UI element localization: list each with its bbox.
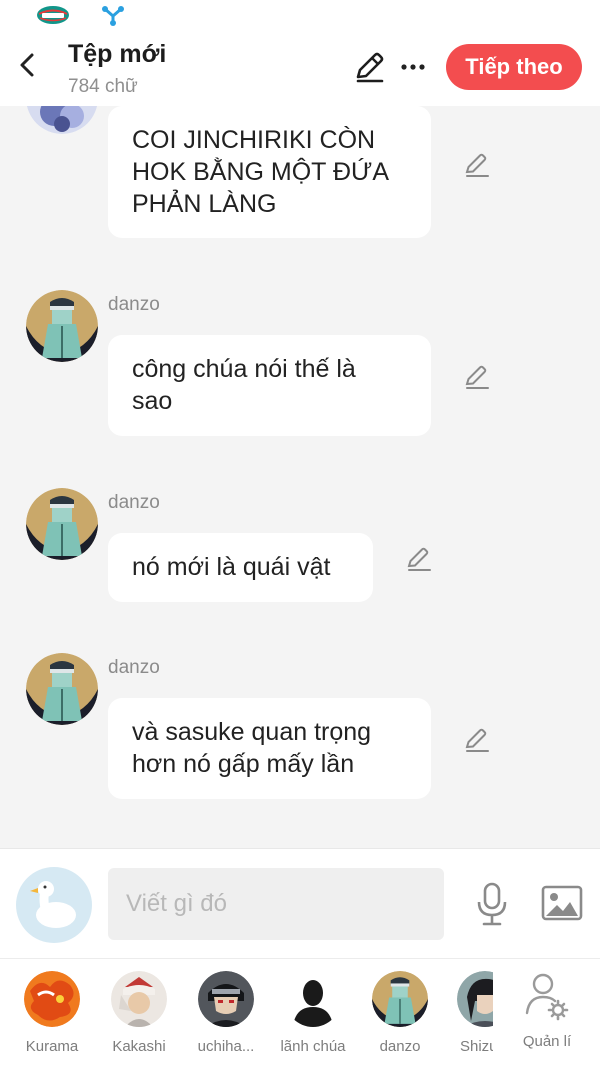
user-settings-icon (525, 973, 569, 1021)
message-line: PHẢN LÀNG (132, 190, 277, 218)
message-line: và sasuke quan trọng (132, 718, 372, 746)
avatar[interactable] (26, 653, 98, 725)
message-line: công chúa nói thế là (132, 355, 356, 383)
user-avatar[interactable] (16, 867, 92, 943)
more-dots-icon (401, 64, 425, 70)
pencil-icon[interactable] (352, 50, 386, 84)
character-item[interactable]: danzo (364, 971, 436, 1055)
avatar (111, 971, 167, 1027)
composer-bar (0, 848, 600, 958)
back-button[interactable] (14, 50, 40, 80)
back-chevron-icon (20, 53, 34, 77)
more-button[interactable] (398, 50, 428, 84)
status-bar (0, 0, 600, 30)
character-item[interactable]: Kakashi (103, 971, 175, 1055)
message-line: sao (132, 387, 173, 415)
pencil-icon[interactable] (463, 363, 491, 391)
manage-button[interactable]: Quản lí (516, 971, 578, 1050)
carrier-logo-icon (37, 6, 69, 24)
share-nodes-icon (102, 6, 124, 26)
word-count: 784 chữ (68, 76, 138, 97)
avatar (285, 971, 341, 1027)
message-list[interactable]: COI JINCHIRIKI CÒN HOK BẰNG MỘT ĐỨA PHẢN… (0, 106, 600, 848)
message-line: hơn nó gấp mấy lần (132, 750, 355, 778)
sender-name: danzo (108, 294, 160, 315)
character-item[interactable]: Kurama (16, 971, 88, 1055)
character-item[interactable]: uchiha... (190, 971, 262, 1055)
avatar (198, 971, 254, 1027)
character-item[interactable]: lãnh chúa (277, 971, 349, 1055)
character-item[interactable]: Shizu (451, 971, 493, 1055)
image-icon[interactable] (540, 883, 584, 923)
avatar[interactable] (26, 290, 98, 362)
message-line: HOK BẰNG MỘT ĐỨA (132, 158, 390, 186)
avatar (24, 971, 80, 1027)
character-name: Shizu (460, 1038, 493, 1055)
pencil-icon[interactable] (463, 151, 491, 179)
character-name: Kurama (25, 1038, 79, 1055)
character-name: danzo (379, 1038, 421, 1055)
avatar[interactable] (26, 488, 98, 560)
message-bubble[interactable]: COI JINCHIRIKI CÒN HOK BẰNG MỘT ĐỨA PHẢN… (108, 106, 431, 238)
sender-name: danzo (108, 657, 160, 678)
message-bubble[interactable]: nó mới là quái vật (108, 533, 373, 602)
message-input[interactable] (108, 868, 444, 940)
sender-name: danzo (108, 492, 160, 513)
message-line: nó mới là quái vật (132, 553, 331, 581)
character-name: lãnh chúa (280, 1038, 346, 1055)
microphone-icon[interactable] (474, 881, 510, 927)
next-button[interactable]: Tiếp theo (446, 44, 582, 90)
character-name: Kakashi (112, 1038, 166, 1055)
character-name: uchiha... (197, 1038, 255, 1055)
manage-label: Quản lí (522, 1033, 572, 1050)
message-bubble[interactable]: công chúa nói thế là sao (108, 335, 431, 436)
character-bar: Kurama Kakashi uchiha... lãnh chúa danzo… (0, 958, 600, 1067)
pencil-icon[interactable] (405, 545, 433, 573)
message-line: COI JINCHIRIKI CÒN (132, 126, 376, 154)
avatar[interactable] (26, 106, 98, 134)
message-bubble[interactable]: và sasuke quan trọng hơn nó gấp mấy lần (108, 698, 431, 799)
app-header: Tệp mới 784 chữ Tiếp theo (0, 30, 600, 106)
page-title: Tệp mới (68, 40, 167, 68)
avatar (372, 971, 428, 1027)
avatar (457, 971, 493, 1027)
pencil-icon[interactable] (463, 726, 491, 754)
